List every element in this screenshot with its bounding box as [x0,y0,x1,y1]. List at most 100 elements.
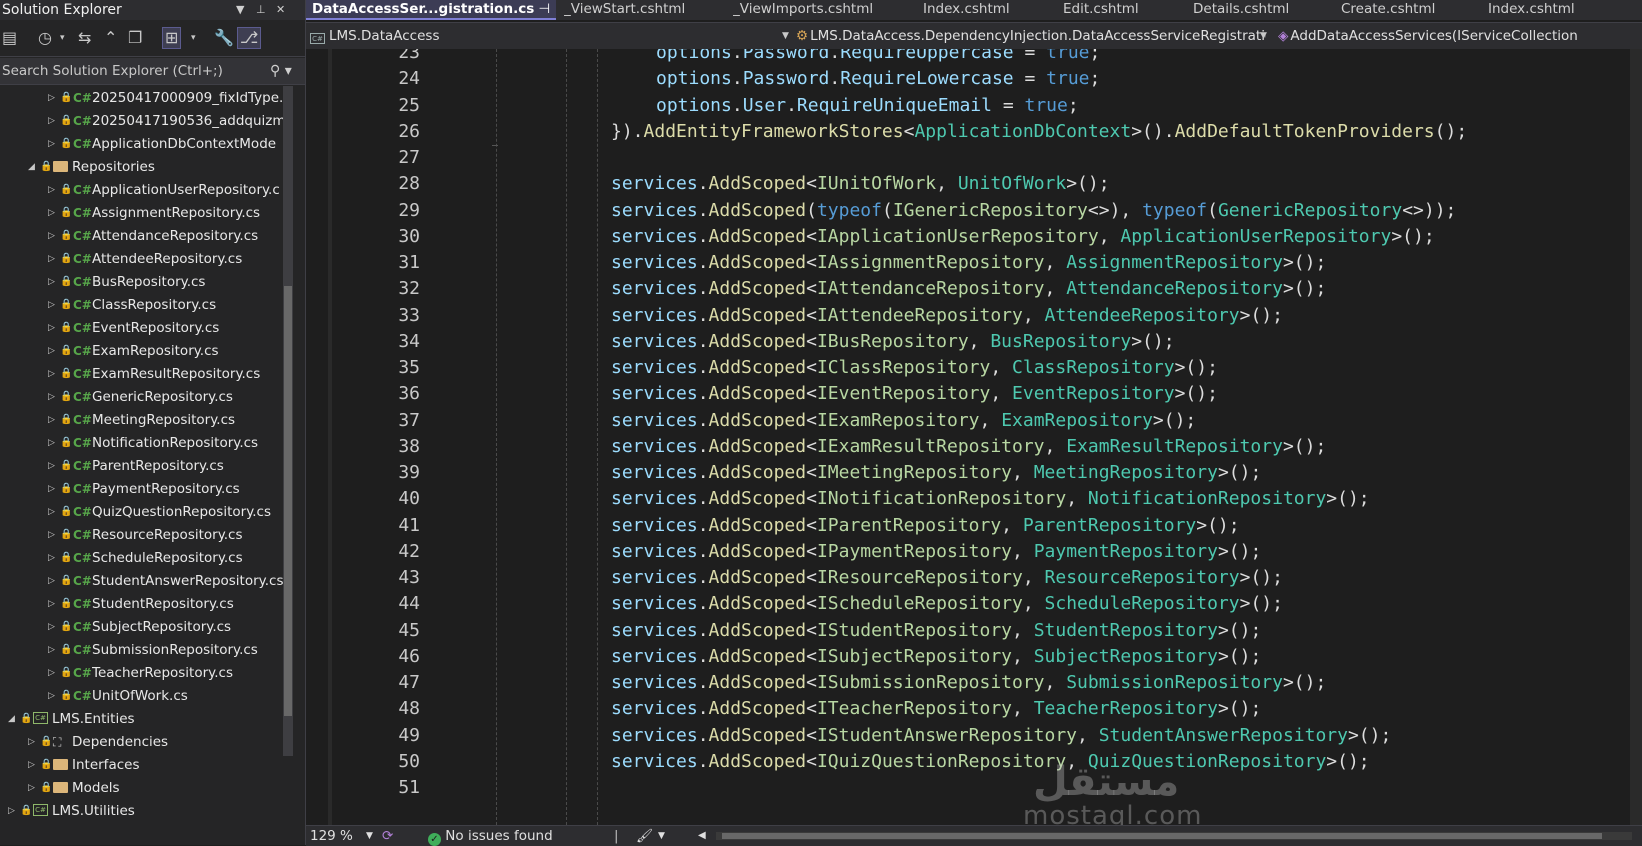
tree-item[interactable]: ▷ 🔒 C# LMS.Utilities [0,799,295,823]
member-dropdown[interactable]: ◈ AddDataAccessServices(IServiceCollectio… [1278,23,1642,49]
tree-item[interactable]: ▷ 🔒 C# ApplicationUserRepository.c [0,178,295,202]
code-line[interactable]: 36 services.AddScoped<IEventRepository, E… [306,381,1642,407]
document-tab[interactable]: Index.cshtml [1488,0,1642,20]
tree-item[interactable]: ◢ 🔒 C# LMS.Entities [0,707,295,731]
code-line[interactable]: 28 services.AddScoped<IUnitOfWork, UnitOf… [306,171,1642,197]
copilot-icon[interactable]: ⟳ [382,826,393,846]
code-line[interactable]: 39 services.AddScoped<IMeetingRepository,… [306,460,1642,486]
code-line[interactable]: 27 [306,145,1642,171]
document-tab[interactable]: Edit.cshtml [1063,0,1183,20]
switch-views-icon[interactable]: ▤ [2,28,17,48]
document-tab[interactable]: Create.cshtml [1341,0,1481,20]
issues-indicator[interactable]: ✓ No issues found [428,826,553,846]
tab-pin-close-icon[interactable]: ⊣ ✕ [534,1,556,17]
tree-item[interactable]: ▷ 🔒 C# UnitOfWork.cs [0,684,295,708]
code-line[interactable]: 49 services.AddScoped<IStudentAnswerRepos… [306,723,1642,749]
code-line[interactable]: 35 services.AddScoped<IClassRepository, C… [306,355,1642,381]
tree-item[interactable]: ▷ 🔒 C# ResourceRepository.cs [0,523,295,547]
tree-item[interactable]: ▷ 🔒 Models [0,776,295,800]
expand-arrow-icon[interactable]: ▷ [48,592,55,616]
expand-arrow-icon[interactable]: ▷ [48,684,55,708]
properties-wrench-icon[interactable]: 🔧 [214,28,234,48]
tree-item[interactable]: ▷ 🔒 C# SubjectRepository.cs [0,615,295,639]
tree-item[interactable]: ▷ 🔒 C# TeacherRepository.cs [0,661,295,685]
document-tab[interactable]: _ViewImports.cshtml [733,0,913,20]
expand-arrow-icon[interactable]: ▷ [48,201,55,225]
expand-arrow-icon[interactable]: ▷ [8,799,15,823]
filter-icon[interactable]: ⊞ [161,27,182,49]
code-line[interactable]: 46 services.AddScoped<ISubjectRepository,… [306,644,1642,670]
zoom-level[interactable]: 129 % [310,826,353,846]
code-line[interactable]: 40 services.AddScoped<INotificationReposi… [306,486,1642,512]
collapse-arrow-icon[interactable]: ◢ [28,155,35,179]
search-icon[interactable]: ⚲ ▾ [270,58,292,84]
expand-arrow-icon[interactable]: ▷ [48,270,55,294]
tree-item[interactable]: ▷ 🔒 ⛶ Dependencies [0,730,295,754]
expand-arrow-icon[interactable]: ▷ [48,178,55,202]
code-line[interactable]: 42 services.AddScoped<IPaymentRepository,… [306,539,1642,565]
code-line[interactable]: 32 services.AddScoped<IAttendanceReposito… [306,276,1642,302]
expand-arrow-icon[interactable]: ▷ [28,753,35,777]
expand-arrow-icon[interactable]: ▷ [48,454,55,478]
tree-item[interactable]: ▷ 🔒 C# StudentAnswerRepository.cs [0,569,295,593]
code-line[interactable]: 37 services.AddScoped<IExamRepository, Ex… [306,408,1642,434]
tree-item[interactable]: ▷ 🔒 C# ParentRepository.cs [0,454,295,478]
expand-arrow-icon[interactable]: ▷ [48,132,55,156]
code-line[interactable]: 48 services.AddScoped<ITeacherRepository,… [306,696,1642,722]
tree-item[interactable]: ▷ 🔒 C# PaymentRepository.cs [0,477,295,501]
code-line[interactable]: 38 services.AddScoped<IExamResultReposito… [306,434,1642,460]
code-line[interactable]: 44 services.AddScoped<IScheduleRepository… [306,591,1642,617]
code-line[interactable]: 33 services.AddScoped<IAttendeeRepository… [306,303,1642,329]
class-dropdown-arrow-icon[interactable]: ▼ [1260,23,1267,49]
tree-item[interactable]: ▷ 🔒 Interfaces [0,753,295,777]
expand-arrow-icon[interactable]: ▷ [28,730,35,754]
class-dropdown[interactable]: ⚙ LMS.DataAccess.DependencyInjection.Data… [796,23,1266,49]
code-line[interactable]: 25 options.User.RequireUniqueEmail = true… [306,93,1642,119]
code-line[interactable]: 45 services.AddScoped<IStudentRepository,… [306,618,1642,644]
code-line[interactable]: 31 services.AddScoped<IAssignmentReposito… [306,250,1642,276]
code-editor[interactable]: 23 options.Password.RequireUppercase = tr… [306,49,1642,825]
expand-arrow-icon[interactable]: ▷ [48,86,55,110]
expand-arrow-icon[interactable]: ▷ [48,477,55,501]
tree-item[interactable]: ▷ 🔒 C# EventRepository.cs [0,316,295,340]
document-tab[interactable]: DataAccessSer...gistration.cs ⊣ ✕ [306,0,556,20]
expand-arrow-icon[interactable]: ▷ [48,385,55,409]
project-dropdown[interactable]: C# LMS.DataAccess [310,23,540,49]
tree-item[interactable]: ▷ 🔒 C# SubmissionRepository.cs [0,638,295,662]
document-tab[interactable]: Details.cshtml [1193,0,1333,20]
tree-item[interactable]: ▷ 🔒 C# ClassRepository.cs [0,293,295,317]
pin-icon[interactable]: ⊥ [256,0,266,20]
expand-arrow-icon[interactable]: ▷ [48,339,55,363]
tree-item[interactable]: ▷ 🔒 C# 20250417190536_addquizm [0,109,295,133]
preview-selected-items-icon[interactable]: ⎇ [236,27,262,49]
expand-arrow-icon[interactable]: ▷ [48,247,55,271]
code-line[interactable]: 47 services.AddScoped<ISubmissionReposito… [306,670,1642,696]
tree-item[interactable]: ▷ 🔒 C# AttendeeRepository.cs [0,247,295,271]
expand-arrow-icon[interactable]: ▷ [48,224,55,248]
expand-arrow-icon[interactable]: ▷ [48,523,55,547]
collapse-all-icon[interactable]: ⌃ [104,28,117,48]
tree-item[interactable]: ◢ 🔒 Repositories [0,155,295,179]
expand-arrow-icon[interactable]: ▷ [48,431,55,455]
expand-arrow-icon[interactable]: ▷ [48,408,55,432]
expand-arrow-icon[interactable]: ▷ [48,362,55,386]
window-position-icon[interactable]: ▼ [236,0,244,20]
pending-changes-icon[interactable]: ◷ [38,28,52,48]
expand-arrow-icon[interactable]: ▷ [48,638,55,662]
expand-arrow-icon[interactable]: ▷ [48,293,55,317]
expand-arrow-icon[interactable]: ▷ [48,661,55,685]
tree-item[interactable]: ▷ 🔒 C# QuizQuestionRepository.cs [0,500,295,524]
code-line[interactable]: 34 services.AddScoped<IBusRepository, Bus… [306,329,1642,355]
tree-item[interactable]: ▷ 🔒 C# MeetingRepository.cs [0,408,295,432]
code-cleanup-icon[interactable]: 🖌 [636,826,653,846]
horizontal-scrollbar[interactable] [716,832,1632,840]
document-tab[interactable]: Index.cshtml [923,0,1053,20]
tree-item[interactable]: ▷ 🔒 C# ExamRepository.cs [0,339,295,363]
tree-item[interactable]: ▷ 🔒 C# ExamResultRepository.cs [0,362,295,386]
tree-item[interactable]: ▷ 🔒 C# 20250417000909_fixIdType.c [0,86,295,110]
code-line[interactable]: 51 [306,775,1642,801]
search-input[interactable] [0,58,262,84]
project-dropdown-arrow-icon[interactable]: ▼ [782,23,789,49]
horizontal-scrollbar-thumb[interactable] [722,833,1602,839]
expand-arrow-icon[interactable]: ▷ [28,776,35,800]
